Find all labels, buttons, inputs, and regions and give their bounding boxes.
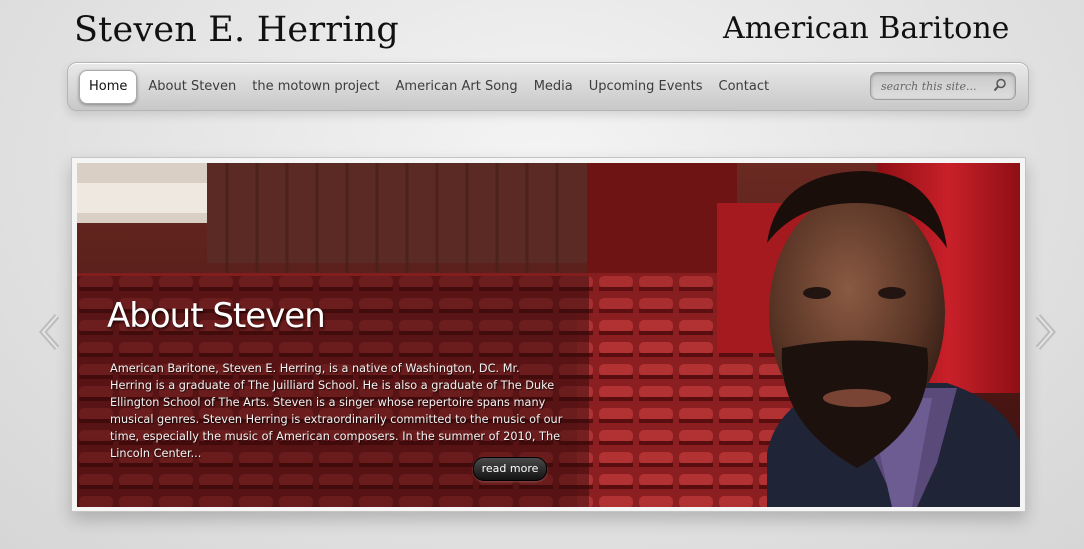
main-navigation: Home About Steven the motown project Ame… bbox=[67, 62, 1029, 111]
site-name[interactable]: Steven E. Herring bbox=[74, 10, 399, 50]
nav-item-contact[interactable]: Contact bbox=[711, 71, 778, 103]
slide-caption: About Steven American Baritone, Steven E… bbox=[77, 276, 589, 507]
nav-item-motown-project[interactable]: the motown project bbox=[244, 71, 387, 103]
slide-title[interactable]: About Steven bbox=[107, 296, 326, 336]
search-box bbox=[870, 72, 1016, 100]
search-icon[interactable] bbox=[993, 78, 1007, 92]
chevron-right-icon[interactable] bbox=[1030, 312, 1060, 352]
slide-excerpt: American Baritone, Steven E. Herring, is… bbox=[110, 362, 563, 460]
tagline: American Baritone bbox=[723, 11, 1010, 46]
nav-item-media[interactable]: Media bbox=[526, 71, 581, 103]
nav-item-upcoming-events[interactable]: Upcoming Events bbox=[581, 71, 711, 103]
chevron-left-icon[interactable] bbox=[35, 312, 65, 352]
slide-image[interactable]: About Steven American Baritone, Steven E… bbox=[77, 163, 1020, 507]
search-input[interactable] bbox=[879, 77, 991, 95]
nav-item-american-art-song[interactable]: American Art Song bbox=[388, 71, 526, 103]
read-more-button[interactable]: read more bbox=[473, 457, 547, 481]
nav-item-about-steven[interactable]: About Steven bbox=[140, 71, 244, 103]
nav-menu: Home About Steven the motown project Ame… bbox=[79, 70, 777, 104]
nav-item-home[interactable]: Home bbox=[79, 70, 138, 104]
featured-slider: About Steven American Baritone, Steven E… bbox=[71, 157, 1026, 512]
